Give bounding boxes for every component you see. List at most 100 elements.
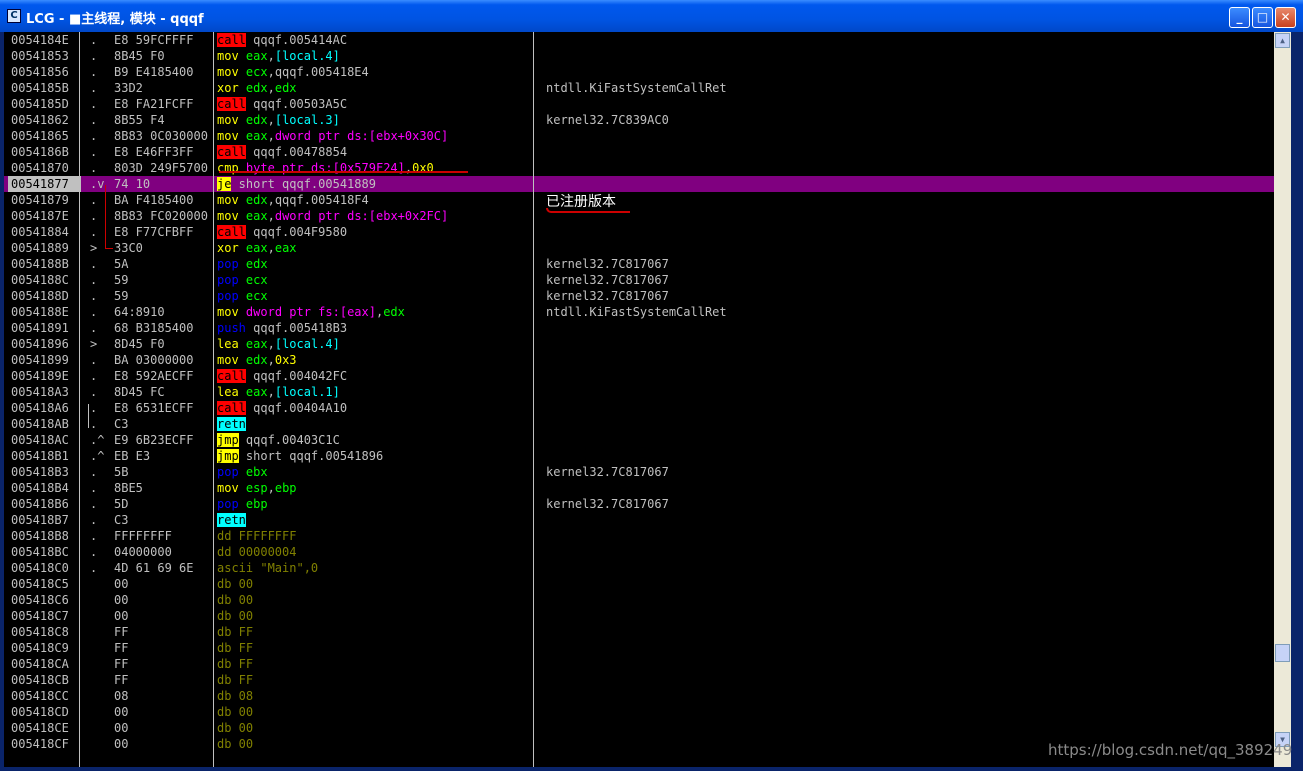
- address-cell: 005418CF: [11, 737, 69, 751]
- scroll-thumb[interactable]: [1275, 644, 1290, 662]
- table-row[interactable]: 00541865. 8B83 0C030000 mov eax,dword ptr …: [4, 128, 1274, 144]
- comment-cell: [546, 32, 906, 48]
- table-row[interactable]: 0054188E. 64:8910 mov dword ptr fs:[eax],e…: [4, 304, 1274, 320]
- table-row[interactable]: 00541856. B9 E4185400 mov ecx,qqqf.005418E…: [4, 64, 1274, 80]
- hex-dump-cell: 803D 249F5700: [114, 161, 208, 175]
- title-bar[interactable]: C LCG - ■主线程, 模块 - qqqf _ □ ✕: [0, 0, 1303, 32]
- asm-token: db 00: [217, 737, 254, 751]
- close-button[interactable]: ✕: [1275, 7, 1296, 28]
- asm-token: short qqqf.00541896: [238, 449, 384, 463]
- table-row[interactable]: 0054186B. E8 E46FF3FF call qqqf.00478854: [4, 144, 1274, 160]
- comment-cell: [546, 48, 906, 64]
- address-cell: 005418C7: [11, 609, 69, 623]
- asm-token: mov: [217, 49, 239, 63]
- asm-token: call: [217, 369, 246, 383]
- disassembly-cell: mov edx,0x3: [217, 352, 529, 368]
- asm-token: eax: [245, 337, 268, 351]
- flow-mark: .: [90, 257, 98, 271]
- asm-token: edx: [245, 81, 268, 95]
- flow-mark: .: [90, 561, 98, 575]
- table-row[interactable]: 005418B3. 5B pop ebx kernel32.7C817067: [4, 464, 1274, 480]
- table-row[interactable]: 00541879. BA F4185400 mov edx,qqqf.005418F…: [4, 192, 1274, 208]
- table-row[interactable]: 00541853. 8B45 F0 mov eax,[local.4]: [4, 48, 1274, 64]
- scroll-up-arrow-icon[interactable]: ▲: [1275, 33, 1290, 48]
- table-row[interactable]: 005418C0. 4D 61 69 6E ascii "Main",0: [4, 560, 1274, 576]
- vertical-scrollbar[interactable]: ▲ ▼: [1274, 32, 1291, 767]
- flow-mark: .: [90, 273, 98, 287]
- asm-token: pop: [217, 273, 239, 287]
- table-row[interactable]: 00541899. BA 03000000 mov edx,0x3: [4, 352, 1274, 368]
- table-row[interactable]: 005418B4. 8BE5 mov esp,ebp: [4, 480, 1274, 496]
- flow-mark: .: [90, 97, 98, 111]
- jump-arrow-end: [105, 248, 113, 249]
- disassembly-cell: push qqqf.005418B3: [217, 320, 529, 336]
- address-cell: 005418B1: [11, 449, 69, 463]
- table-row[interactable]: 00541891. 68 B3185400 push qqqf.005418B3: [4, 320, 1274, 336]
- table-row[interactable]: 005418B8. FFFFFFFF dd FFFFFFFF: [4, 528, 1274, 544]
- table-row[interactable]: 00541884. E8 F77CFBFF call qqqf.004F9580: [4, 224, 1274, 240]
- table-row[interactable]: 0054185D. E8 FA21FCFF call qqqf.00503A5C: [4, 96, 1274, 112]
- table-row[interactable]: 005418C6 00 db 00: [4, 592, 1274, 608]
- table-row[interactable]: 00541862. 8B55 F4 mov edx,[local.3] kernel3…: [4, 112, 1274, 128]
- table-row[interactable]: 00541889 >33C0 xor eax,eax: [4, 240, 1274, 256]
- table-row[interactable]: 005418C8 FF db FF: [4, 624, 1274, 640]
- table-row[interactable]: 0054185B. 33D2 xor edx,edx ntdll.KiFastSyst…: [4, 80, 1274, 96]
- app-icon: C: [7, 9, 21, 23]
- disassembly-cell: call qqqf.004042FC: [217, 368, 529, 384]
- asm-token: ebx: [245, 465, 268, 479]
- comment-cell: [546, 544, 906, 560]
- table-row[interactable]: 005418CE 00 db 00: [4, 720, 1274, 736]
- comment-cell: [546, 560, 906, 576]
- flow-mark: .: [90, 81, 98, 95]
- asm-token: ,: [267, 337, 275, 351]
- hex-dump-cell: 59: [114, 289, 129, 303]
- asm-token: db 08: [217, 689, 254, 703]
- asm-token: dd FFFFFFFF: [217, 529, 297, 543]
- table-row[interactable]: 005418CB FF db FF: [4, 672, 1274, 688]
- minimize-button[interactable]: _: [1229, 7, 1250, 28]
- disassembly-cell: mov dword ptr fs:[eax],edx: [217, 304, 529, 320]
- table-row[interactable]: 00541877 .v 74 10 je short qqqf.00541889: [4, 176, 1274, 192]
- table-row[interactable]: 005418B6. 5D pop ebp kernel32.7C817067: [4, 496, 1274, 512]
- table-row[interactable]: 00541896 >8D45 F0 lea eax,[local.4]: [4, 336, 1274, 352]
- table-row[interactable]: 005418BC. 04000000 dd 00000004: [4, 544, 1274, 560]
- table-row[interactable]: 005418CC 08 db 08: [4, 688, 1274, 704]
- flow-mark: .: [90, 321, 98, 335]
- table-row[interactable]: 005418A3. 8D45 FC lea eax,[local.1]: [4, 384, 1274, 400]
- table-row[interactable]: 005418C7 00 db 00: [4, 608, 1274, 624]
- table-row[interactable]: 005418B7. C3 retn: [4, 512, 1274, 528]
- comment-cell: [546, 64, 906, 80]
- table-row[interactable]: 005418A6. E8 6531ECFF call qqqf.00404A10: [4, 400, 1274, 416]
- table-row[interactable]: 005418C9 FF db FF: [4, 640, 1274, 656]
- asm-token: ,: [267, 113, 275, 127]
- asm-token: 0x3: [274, 353, 297, 367]
- table-row[interactable]: 0054188C. 59 pop ecx kernel32.7C817067: [4, 272, 1274, 288]
- asm-token: je: [217, 177, 232, 191]
- table-row[interactable]: 005418AB. C3 retn: [4, 416, 1274, 432]
- disassembly-cell: pop ebp: [217, 496, 529, 512]
- maximize-button[interactable]: □: [1252, 7, 1273, 28]
- table-row[interactable]: 0054187E. 8B83 FC020000 mov eax,dword ptr …: [4, 208, 1274, 224]
- flow-mark: [90, 592, 110, 608]
- asm-token: [239, 209, 246, 223]
- asm-token: qqqf.004F9580: [245, 225, 348, 239]
- asm-token: edx: [245, 353, 268, 367]
- comment-cell: [546, 736, 906, 752]
- table-row[interactable]: 005418C5 00 db 00: [4, 576, 1274, 592]
- table-row[interactable]: 0054188B. 5A pop edx kernel32.7C817067: [4, 256, 1274, 272]
- table-row[interactable]: 005418AC .^ E9 6B23ECFF jmp qqqf.00403C1C: [4, 432, 1274, 448]
- address-cell: 0054184E: [11, 33, 69, 47]
- disassembly-cell: db 00: [217, 608, 529, 624]
- table-row[interactable]: 00541870. 803D 249F5700 cmp byte ptr ds:[0…: [4, 160, 1274, 176]
- disassembly-cell: dd FFFFFFFF: [217, 528, 529, 544]
- table-row[interactable]: 0054188D. 59 pop ecx kernel32.7C817067: [4, 288, 1274, 304]
- table-row[interactable]: 005418B1 .^ EB E3 jmp short qqqf.00541896: [4, 448, 1274, 464]
- hex-dump-cell: 64:8910: [114, 305, 165, 319]
- address-cell: 00541889: [11, 241, 69, 255]
- table-row[interactable]: 005418CA FF db FF: [4, 656, 1274, 672]
- table-row[interactable]: 0054189E. E8 592AECFF call qqqf.004042FC: [4, 368, 1274, 384]
- disassembly-pane[interactable]: 0054184E. E8 59FCFFFF call qqqf.005414AC 00…: [4, 32, 1274, 767]
- table-row[interactable]: 0054184E. E8 59FCFFFF call qqqf.005414AC: [4, 32, 1274, 48]
- comment-cell: [546, 224, 906, 240]
- table-row[interactable]: 005418CD 00 db 00: [4, 704, 1274, 720]
